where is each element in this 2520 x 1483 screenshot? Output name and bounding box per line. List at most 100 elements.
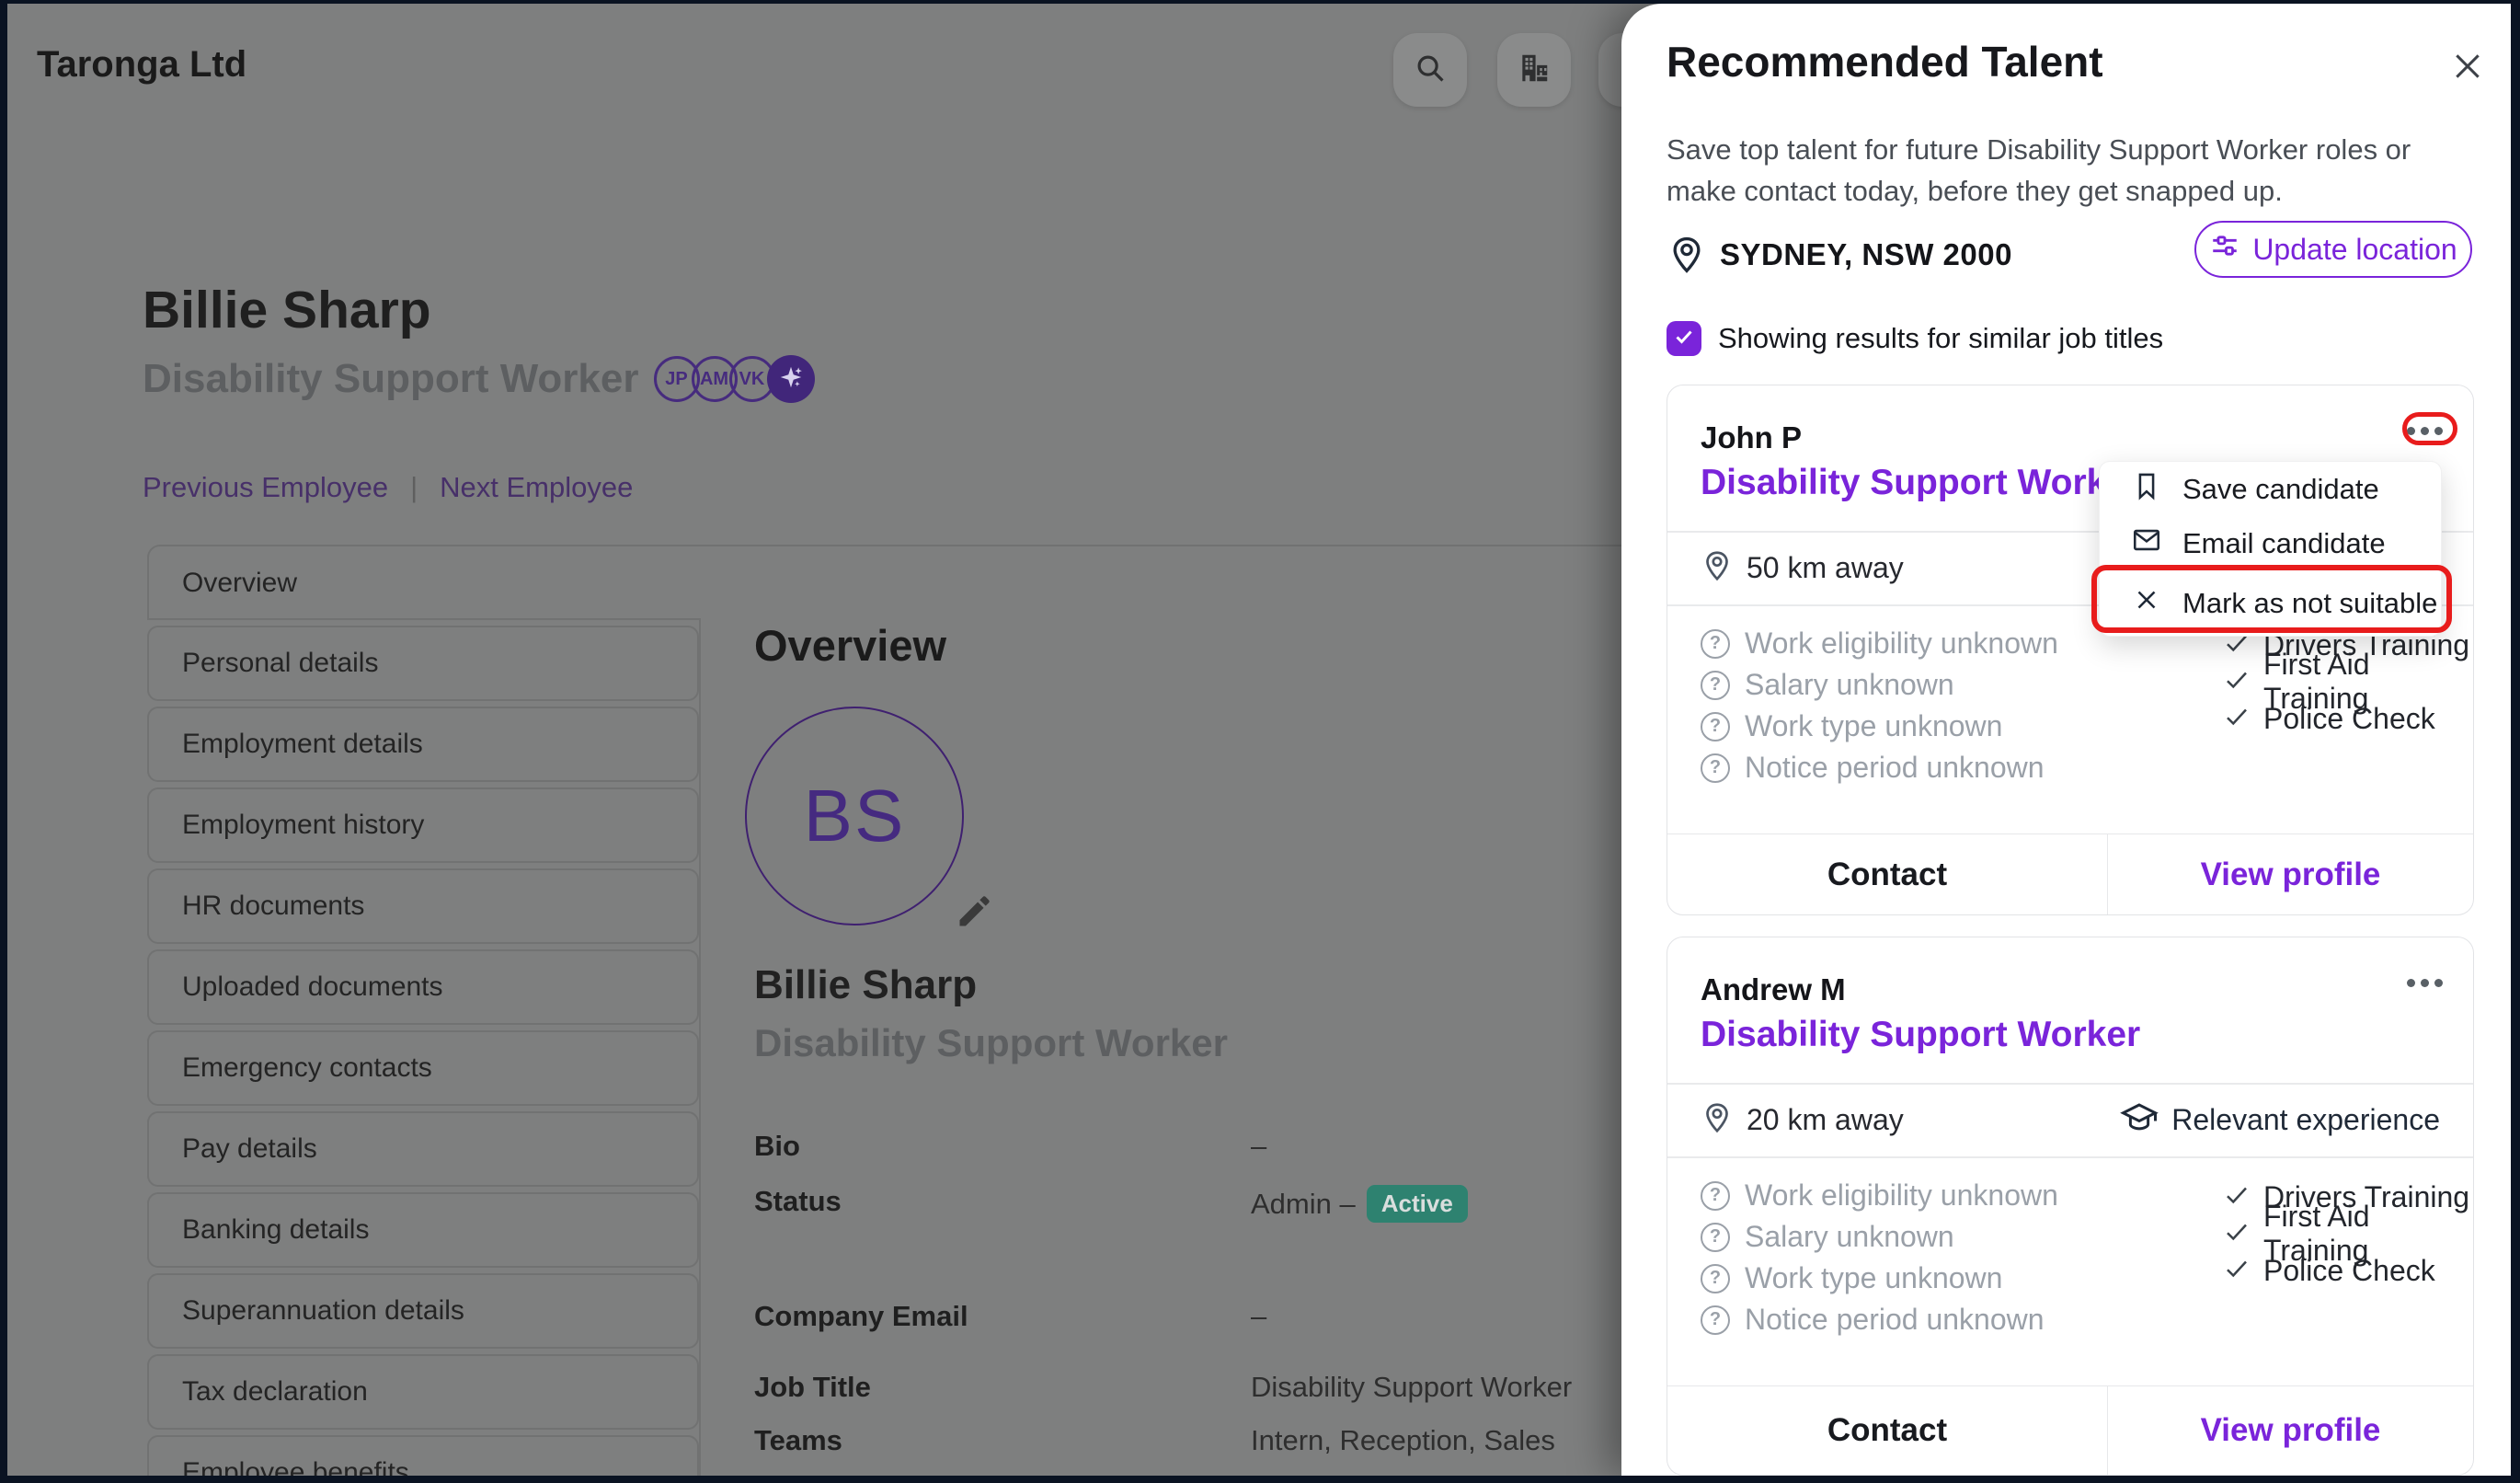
edit-avatar-button[interactable] — [955, 891, 995, 931]
screenshot-frame — [2511, 0, 2520, 1483]
sidebar-item-employment-history[interactable]: Employment history — [147, 787, 699, 863]
map-pin-icon — [1701, 549, 1734, 587]
view-profile-button[interactable]: View profile — [2107, 1386, 2473, 1475]
attribute-row: ?Salary unknown — [1701, 1216, 2058, 1258]
sidebar-item-employment-details[interactable]: Employment details — [147, 707, 699, 782]
status-badge: Active — [1367, 1185, 1468, 1223]
candidate-job-title-link[interactable]: Disability Support Worker — [1701, 463, 2140, 503]
sidebar-item-banking-details[interactable]: Banking details — [147, 1192, 699, 1268]
attribute-row: ?Notice period unknown — [1701, 747, 2058, 788]
view-profile-button[interactable]: View profile — [2107, 834, 2473, 914]
attribute-row: ?Notice period unknown — [1701, 1299, 2058, 1340]
experience-row: Relevant experience — [2120, 1083, 2440, 1156]
menu-item-mark-not-suitable[interactable]: Mark as not suitable — [2100, 571, 2441, 636]
close-button[interactable] — [2449, 48, 2486, 85]
overview-employee-job-title: Disability Support Worker — [754, 1021, 1228, 1065]
previous-employee-link[interactable]: Previous Employee — [143, 471, 388, 504]
sidebar-item-hr-documents[interactable]: HR documents — [147, 868, 699, 944]
location-text: SYDNEY, NSW 2000 — [1720, 237, 2012, 272]
search-button[interactable] — [1393, 33, 1467, 107]
contact-button[interactable]: Contact — [1667, 1386, 2107, 1475]
candidate-name: Andrew M — [1701, 972, 1846, 1007]
bookmark-icon — [2131, 470, 2182, 509]
question-icon: ? — [1701, 1305, 1730, 1335]
similar-titles-checkbox[interactable] — [1667, 321, 1701, 356]
question-icon: ? — [1701, 1181, 1730, 1211]
card-divider — [1667, 1156, 2473, 1158]
graduation-cap-icon — [2120, 1098, 2159, 1142]
organisation-button[interactable] — [1497, 33, 1571, 107]
check-icon — [1673, 326, 1695, 352]
sidebar-item-emergency-contacts[interactable]: Emergency contacts — [147, 1030, 699, 1106]
candidate-actions-menu: Save candidate Email candidate Mark as n… — [2099, 461, 2442, 637]
candidate-menu-button[interactable] — [2403, 972, 2446, 993]
pencil-icon — [955, 919, 995, 935]
sidebar-item-superannuation-details[interactable]: Superannuation details — [147, 1273, 699, 1349]
candidate-menu-button[interactable] — [2403, 420, 2446, 441]
check-icon — [2223, 666, 2251, 698]
content-divider — [699, 618, 701, 1476]
attribute-row: ?Work eligibility unknown — [1701, 623, 2058, 664]
sidebar-item-personal-details[interactable]: Personal details — [147, 626, 699, 701]
map-pin-icon — [1701, 1101, 1734, 1139]
search-icon — [1413, 51, 1448, 90]
similar-titles-label[interactable]: Showing results for similar job titles — [1718, 322, 2163, 355]
sliders-icon — [2209, 230, 2252, 269]
panel-title: Recommended Talent — [1667, 37, 2103, 86]
card-footer: Contact View profile — [1667, 833, 2473, 914]
avatar-badge-stack: JP AM VK — [654, 355, 815, 403]
check-icon — [2223, 1218, 2251, 1250]
attribute-row: ?Salary unknown — [1701, 664, 2058, 706]
location-row: SYDNEY, NSW 2000 — [1667, 228, 2012, 282]
field-row-status: Status Admin – Active — [754, 1185, 1674, 1223]
question-icon: ? — [1701, 712, 1730, 742]
attribute-row: ?Work type unknown — [1701, 1258, 2058, 1299]
employee-pagination: Previous Employee | Next Employee — [143, 471, 633, 504]
similar-titles-row: Showing results for similar job titles — [1667, 320, 2163, 357]
field-row-bio: Bio – — [754, 1130, 1674, 1163]
next-employee-link[interactable]: Next Employee — [440, 471, 633, 504]
field-value: Admin – Active — [1251, 1185, 1468, 1223]
field-row-teams: Teams Intern, Reception, Sales — [754, 1424, 1674, 1457]
menu-item-save-candidate[interactable]: Save candidate — [2100, 462, 2441, 516]
qualification-checks: Drivers Training First Aid Training Poli… — [2223, 627, 2473, 737]
field-value: – — [1251, 1130, 1266, 1163]
distance-text: 20 km away — [1747, 1103, 1904, 1137]
panel-description: Save top talent for future Disability Su… — [1667, 129, 2476, 170]
check-icon — [2223, 1181, 2251, 1213]
contact-button[interactable]: Contact — [1667, 834, 2107, 914]
field-label: Job Title — [754, 1371, 1251, 1404]
panel-description: make contact today, before they get snap… — [1667, 170, 2476, 212]
update-location-button[interactable]: Update location — [2194, 221, 2472, 278]
employee-subtitle-row: Disability Support Worker JP AM VK — [143, 355, 815, 403]
card-footer: Contact View profile — [1667, 1385, 2473, 1475]
menu-item-email-candidate[interactable]: Email candidate — [2100, 516, 2441, 571]
sidebar-item-employee-benefits[interactable]: Employee benefits — [147, 1435, 699, 1483]
screen: Taronga Ltd Billie Sharp Disability Supp… — [0, 0, 2520, 1483]
map-pin-icon — [1667, 235, 1707, 275]
experience-text: Relevant experience — [2171, 1103, 2440, 1137]
overview-employee-name: Billie Sharp — [754, 962, 977, 1008]
field-row-company-email: Company Email – — [754, 1300, 1674, 1333]
check-icon — [2223, 703, 2251, 735]
sidebar-item-pay-details[interactable]: Pay details — [147, 1111, 699, 1187]
recommended-talent-panel: Recommended Talent Save top talent for f… — [1621, 4, 2511, 1476]
field-label: Teams — [754, 1424, 1251, 1457]
field-label: Status — [754, 1185, 1251, 1223]
check-row: First Aid Training — [2223, 663, 2473, 700]
distance-row: 50 km away — [1701, 531, 1904, 604]
email-icon — [2131, 524, 2182, 563]
sparkle-icon — [777, 363, 805, 396]
field-value: Intern, Reception, Sales — [1251, 1424, 1555, 1457]
field-label: Company Email — [754, 1300, 1251, 1333]
distance-text: 50 km away — [1747, 551, 1904, 585]
unknown-attributes: ?Work eligibility unknown ?Salary unknow… — [1701, 1175, 2058, 1340]
building-icon — [1517, 51, 1552, 90]
sidebar-item-uploaded-documents[interactable]: Uploaded documents — [147, 949, 699, 1025]
check-icon — [2223, 1255, 2251, 1287]
recommended-talent-sparkle-button[interactable] — [767, 355, 815, 403]
sidebar-item-tax-declaration[interactable]: Tax declaration — [147, 1354, 699, 1430]
distance-row: 20 km away — [1701, 1083, 1904, 1156]
candidate-job-title-link[interactable]: Disability Support Worker — [1701, 1015, 2140, 1055]
check-row: First Aid Training — [2223, 1215, 2473, 1252]
